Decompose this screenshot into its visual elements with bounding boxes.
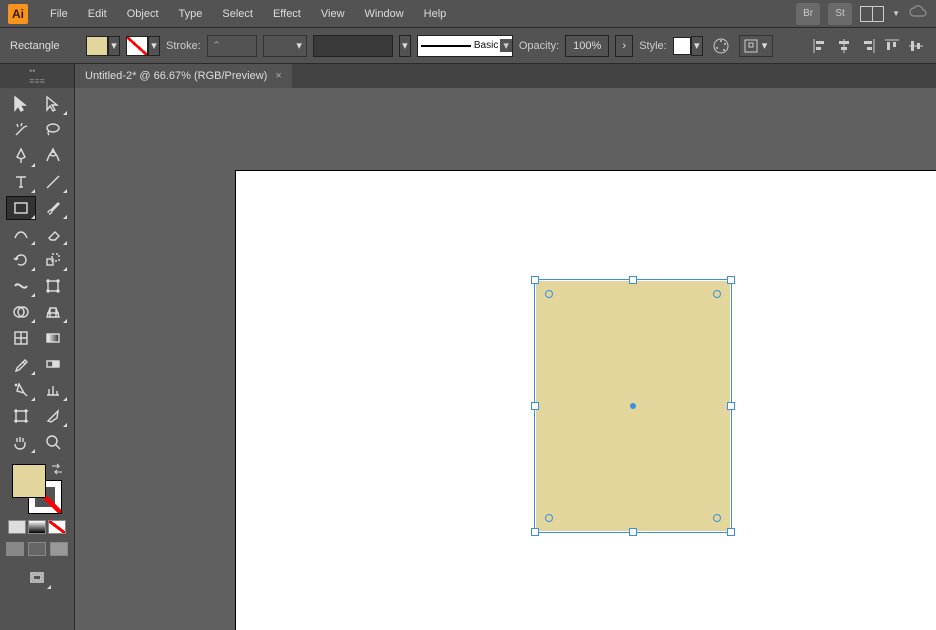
- handle-s[interactable]: [629, 528, 637, 536]
- align-hcenter[interactable]: [834, 35, 854, 57]
- menu-type[interactable]: Type: [169, 8, 213, 20]
- align-vcenter[interactable]: [906, 35, 926, 57]
- corner-radius-se[interactable]: [713, 514, 721, 522]
- eyedropper-tool[interactable]: [6, 352, 36, 376]
- artboard-tool[interactable]: [6, 404, 36, 428]
- brush-preview[interactable]: [313, 35, 393, 57]
- fill-swatch[interactable]: ▾: [86, 36, 120, 56]
- corner-radius-nw[interactable]: [545, 290, 553, 298]
- menu-select[interactable]: Select: [212, 8, 263, 20]
- swap-fill-stroke-icon[interactable]: [50, 462, 64, 476]
- handle-se[interactable]: [727, 528, 735, 536]
- selection-bounding-box[interactable]: [534, 279, 732, 533]
- shaper-tool[interactable]: [6, 222, 36, 246]
- none-mode[interactable]: [48, 520, 66, 534]
- opacity-label: Opacity:: [519, 40, 559, 52]
- fill-box[interactable]: [12, 464, 46, 498]
- handle-w[interactable]: [531, 402, 539, 410]
- app-logo: Ai: [8, 4, 28, 24]
- control-bar: Rectangle ▾ ▾ Stroke: ⌃ ▾ ▾ Basic▾ Opaci…: [0, 28, 936, 64]
- style-label: Style:: [639, 40, 667, 52]
- align-left[interactable]: [810, 35, 830, 57]
- recolor-icon[interactable]: [709, 37, 733, 55]
- symbol-sprayer-tool[interactable]: [6, 378, 36, 402]
- tools-panel: [0, 88, 75, 630]
- menu-view[interactable]: View: [311, 8, 355, 20]
- handle-n[interactable]: [629, 276, 637, 284]
- slice-tool[interactable]: [38, 404, 68, 428]
- graphic-style[interactable]: ▾: [673, 36, 703, 56]
- draw-normal[interactable]: [6, 542, 24, 556]
- menu-window[interactable]: Window: [355, 8, 414, 20]
- align-top[interactable]: [882, 35, 902, 57]
- mesh-tool[interactable]: [6, 326, 36, 350]
- free-transform-tool[interactable]: [38, 274, 68, 298]
- rotate-tool[interactable]: [6, 248, 36, 272]
- menu-bar: Ai File Edit Object Type Select Effect V…: [0, 0, 936, 28]
- tab-close-icon[interactable]: ×: [275, 70, 281, 82]
- draw-inside[interactable]: [50, 542, 68, 556]
- selection-tool[interactable]: [6, 92, 36, 116]
- blend-tool[interactable]: [38, 352, 68, 376]
- rectangle-tool[interactable]: [6, 196, 36, 220]
- bridge-button[interactable]: Br: [796, 3, 820, 25]
- line-tool[interactable]: [38, 170, 68, 194]
- menu-effect[interactable]: Effect: [263, 8, 311, 20]
- gradient-tool[interactable]: [38, 326, 68, 350]
- handle-e[interactable]: [727, 402, 735, 410]
- sync-icon[interactable]: [908, 4, 928, 23]
- hand-tool[interactable]: [6, 430, 36, 454]
- direct-selection-tool[interactable]: [38, 92, 68, 116]
- menu-help[interactable]: Help: [414, 8, 457, 20]
- center-point[interactable]: [630, 403, 636, 409]
- paintbrush-tool[interactable]: [38, 196, 68, 220]
- handle-ne[interactable]: [727, 276, 735, 284]
- gradient-mode[interactable]: [28, 520, 46, 534]
- fill-stroke-indicator[interactable]: [10, 462, 64, 516]
- brush-definition[interactable]: Basic▾: [417, 35, 513, 57]
- shape-builder-tool[interactable]: [6, 300, 36, 324]
- stroke-swatch[interactable]: ▾: [126, 36, 160, 56]
- align-buttons: [810, 35, 926, 57]
- shape-type-label: Rectangle: [10, 40, 80, 52]
- tab-title: Untitled-2* @ 66.67% (RGB/Preview): [85, 70, 267, 82]
- menu-edit[interactable]: Edit: [78, 8, 117, 20]
- corner-radius-ne[interactable]: [713, 290, 721, 298]
- stock-button[interactable]: St: [828, 3, 852, 25]
- pen-tool[interactable]: [6, 144, 36, 168]
- stroke-label: Stroke:: [166, 40, 201, 52]
- panel-expander[interactable]: ••≡≡≡: [0, 64, 75, 88]
- align-right[interactable]: [858, 35, 878, 57]
- draw-behind[interactable]: [28, 542, 46, 556]
- stroke-weight-input[interactable]: ⌃: [207, 35, 257, 57]
- opacity-input[interactable]: 100%: [565, 35, 609, 57]
- document-tab[interactable]: Untitled-2* @ 66.67% (RGB/Preview) ×: [75, 64, 292, 88]
- type-tool[interactable]: [6, 170, 36, 194]
- perspective-grid-tool[interactable]: [38, 300, 68, 324]
- menu-file[interactable]: File: [40, 8, 78, 20]
- handle-sw[interactable]: [531, 528, 539, 536]
- corner-radius-sw[interactable]: [545, 514, 553, 522]
- opacity-flyout[interactable]: ›: [615, 35, 633, 57]
- align-to-dropdown[interactable]: ▾: [739, 35, 773, 57]
- menu-object[interactable]: Object: [117, 8, 169, 20]
- document-tabs: ••≡≡≡ Untitled-2* @ 66.67% (RGB/Preview)…: [0, 64, 936, 88]
- curvature-tool[interactable]: [38, 144, 68, 168]
- width-tool[interactable]: [6, 274, 36, 298]
- artboard[interactable]: [235, 170, 936, 630]
- canvas[interactable]: [75, 88, 936, 630]
- scale-tool[interactable]: [38, 248, 68, 272]
- zoom-tool[interactable]: [38, 430, 68, 454]
- variable-width-profile[interactable]: ▾: [263, 35, 307, 57]
- eraser-tool[interactable]: [38, 222, 68, 246]
- screen-mode[interactable]: [22, 566, 52, 590]
- arrange-documents-button[interactable]: [860, 6, 884, 22]
- column-graph-tool[interactable]: [38, 378, 68, 402]
- lasso-tool[interactable]: [38, 118, 68, 142]
- color-mode[interactable]: [8, 520, 26, 534]
- handle-nw[interactable]: [531, 276, 539, 284]
- magic-wand-tool[interactable]: [6, 118, 36, 142]
